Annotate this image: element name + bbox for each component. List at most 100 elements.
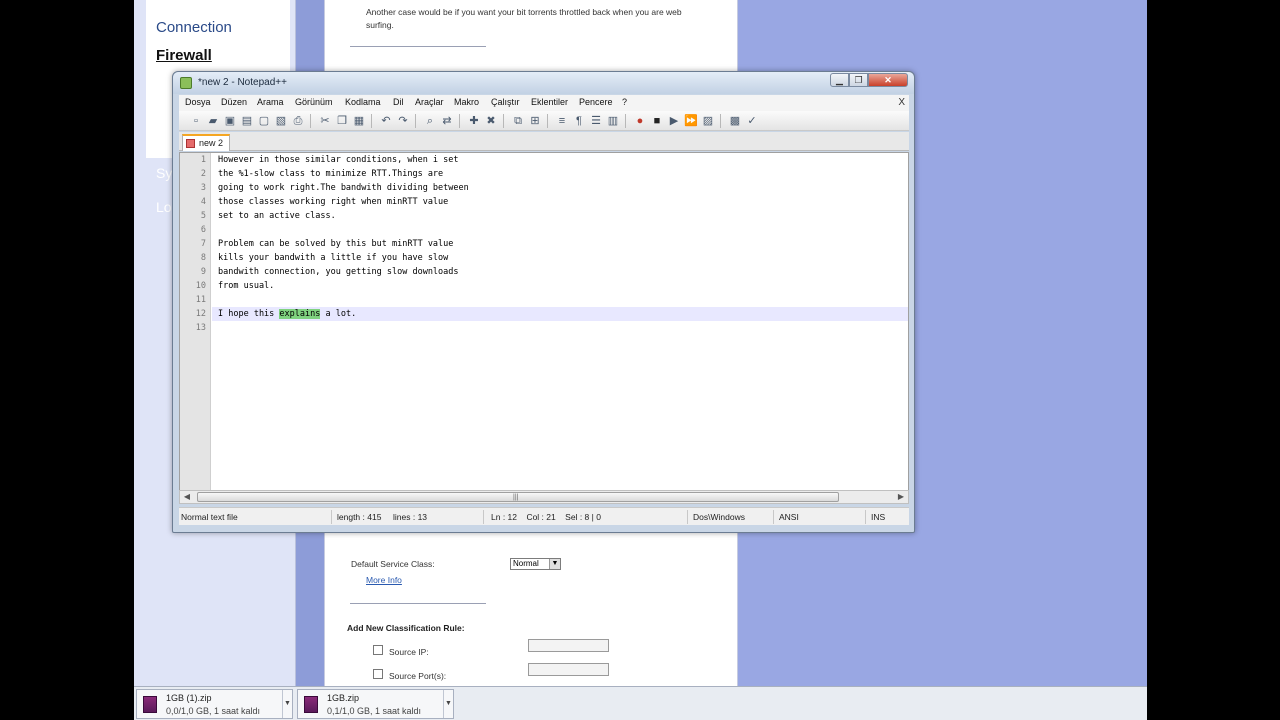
menu-item-dosya[interactable]: Dosya [185, 97, 211, 107]
intro-text-line2: surfing. [366, 20, 394, 30]
status-bar: Normal text file length : 415 lines : 13… [179, 507, 909, 525]
menu-item-duzen[interactable]: Düzen [221, 97, 247, 107]
notepad-app-icon [180, 77, 192, 89]
save-all-icon[interactable]: ▤ [240, 114, 254, 128]
show-all-chars-icon[interactable]: ¶ [572, 114, 586, 128]
default-service-label: Default Service Class: [351, 559, 435, 569]
chevron-down-icon[interactable]: ▼ [443, 690, 453, 718]
save-macro-icon[interactable]: ▨ [701, 114, 715, 128]
zoom-out-icon[interactable]: ✖ [484, 114, 498, 128]
menu-item-arama[interactable]: Arama [257, 97, 284, 107]
more-info-link[interactable]: More Info [366, 575, 402, 585]
status-separator [773, 510, 774, 524]
default-service-value: Normal [513, 559, 539, 568]
text-after-selection: a lot. [320, 309, 357, 319]
open-file-icon[interactable]: ▰ [206, 114, 220, 128]
save-icon[interactable]: ▣ [223, 114, 237, 128]
word-wrap-icon[interactable]: ≡ [555, 114, 569, 128]
status-insert-mode: INS [871, 512, 886, 522]
status-eol: Dos\Windows [693, 512, 745, 522]
nav-link-firewall[interactable]: Firewall [156, 47, 212, 64]
download-item[interactable]: 1GB.zip 0,1/1,0 GB, 1 saat kaldı ▼ [297, 689, 454, 719]
chevron-down-icon[interactable]: ▼ [282, 690, 292, 718]
code-line: from usual. [218, 281, 275, 291]
nav-link-connection[interactable]: Connection [156, 19, 232, 36]
divider [350, 46, 486, 47]
scrollbar-thumb[interactable]: ||| [197, 492, 839, 502]
menu-item-help[interactable]: ? [622, 97, 627, 107]
indent-guide-icon[interactable]: ☰ [589, 114, 603, 128]
menu-item-gorunum[interactable]: Görünüm [295, 97, 333, 107]
status-separator [483, 510, 484, 524]
download-item[interactable]: 1GB (1).zip 0,0/1,0 GB, 1 saat kaldı ▼ [136, 689, 293, 719]
print-icon[interactable]: ⎙ [291, 114, 305, 128]
text-editor[interactable]: 1 2 3 4 5 6 7 8 9 10 11 12 13 However in… [179, 152, 909, 492]
code-line: set to an active class. [218, 211, 336, 221]
undo-icon[interactable]: ↶ [379, 114, 393, 128]
default-service-select[interactable]: Normal ▼ [510, 558, 561, 570]
notepad-window[interactable]: *new 2 - Notepad++ ▁ ❐ ✕ Dosya Düzen Ara… [172, 71, 915, 533]
menu-item-eklentiler[interactable]: Eklentiler [531, 97, 568, 107]
close-document-button[interactable]: X [898, 97, 905, 108]
find-icon[interactable]: ⌕ [423, 114, 437, 128]
toolbar-separator [415, 114, 416, 128]
download-file-name: 1GB (1).zip [166, 693, 212, 703]
sync-horizontal-icon[interactable]: ⊞ [528, 114, 542, 128]
toolbar-separator [720, 114, 721, 128]
zip-archive-icon [304, 696, 318, 713]
trim-icon[interactable]: ▩ [728, 114, 742, 128]
window-title: *new 2 - Notepad++ [198, 77, 287, 88]
menu-item-araclar[interactable]: Araçlar [415, 97, 444, 107]
source-ip-checkbox[interactable] [373, 645, 383, 655]
title-bar[interactable]: *new 2 - Notepad++ ▁ ❐ ✕ [173, 72, 914, 94]
tab-bar: new 2 [179, 132, 909, 151]
scroll-right-icon[interactable]: ▶ [894, 491, 908, 503]
replace-icon[interactable]: ⇄ [440, 114, 454, 128]
source-port-input[interactable] [528, 663, 609, 676]
menu-item-calistir[interactable]: Çalıştır [491, 97, 520, 107]
maximize-button[interactable]: ❐ [849, 73, 868, 87]
tab-new-2[interactable]: new 2 [182, 134, 230, 151]
code-line: kills your bandwith a little if you have… [218, 253, 449, 263]
menu-item-dil[interactable]: Dil [393, 97, 404, 107]
sync-vertical-icon[interactable]: ⧉ [511, 114, 525, 128]
nav-link-logs[interactable]: Lo [156, 199, 172, 215]
download-file-name: 1GB.zip [327, 693, 360, 703]
toolbar-separator [547, 114, 548, 128]
nav-link-system[interactable]: Sy [156, 165, 172, 181]
text-before-selection: I hope this [218, 309, 280, 319]
play-macro-icon[interactable]: ▶ [667, 114, 681, 128]
line-number: 12 [195, 309, 206, 319]
grip-icon: ||| [513, 494, 519, 501]
redo-icon[interactable]: ↷ [396, 114, 410, 128]
stop-macro-icon[interactable]: ■ [650, 114, 664, 128]
cut-icon[interactable]: ✂ [318, 114, 332, 128]
chevron-down-icon[interactable]: ▼ [549, 559, 560, 569]
close-button[interactable]: ✕ [868, 73, 908, 87]
paste-icon[interactable]: ▦ [352, 114, 366, 128]
line-number: 6 [200, 225, 206, 235]
run-macro-multiple-icon[interactable]: ⏩ [684, 114, 698, 128]
close-file-icon[interactable]: ▢ [257, 114, 271, 128]
scroll-left-icon[interactable]: ◀ [180, 491, 194, 503]
horizontal-scrollbar[interactable]: ◀ ||| ▶ [179, 490, 909, 504]
record-macro-icon[interactable]: ● [633, 114, 647, 128]
menu-item-kodlama[interactable]: Kodlama [345, 97, 381, 107]
new-file-icon[interactable]: ▫ [189, 114, 203, 128]
spellcheck-icon[interactable]: ✓ [745, 114, 759, 128]
menu-item-pencere[interactable]: Pencere [579, 97, 613, 107]
menu-item-makro[interactable]: Makro [454, 97, 479, 107]
doc-map-icon[interactable]: ▥ [606, 114, 620, 128]
source-ip-input[interactable] [528, 639, 609, 652]
source-port-checkbox[interactable] [373, 669, 383, 679]
copy-icon[interactable]: ❐ [335, 114, 349, 128]
status-lines: lines : 13 [393, 512, 428, 522]
unsaved-file-icon [186, 139, 195, 148]
download-progress-text: 0,0/1,0 GB, 1 saat kaldı [166, 706, 261, 716]
status-separator [865, 510, 866, 524]
zoom-in-icon[interactable]: ✚ [467, 114, 481, 128]
minimize-button[interactable]: ▁ [830, 73, 849, 87]
status-separator [687, 510, 688, 524]
close-all-icon[interactable]: ▧ [274, 114, 288, 128]
menu-bar: Dosya Düzen Arama Görünüm Kodlama Dil Ar… [179, 95, 909, 111]
